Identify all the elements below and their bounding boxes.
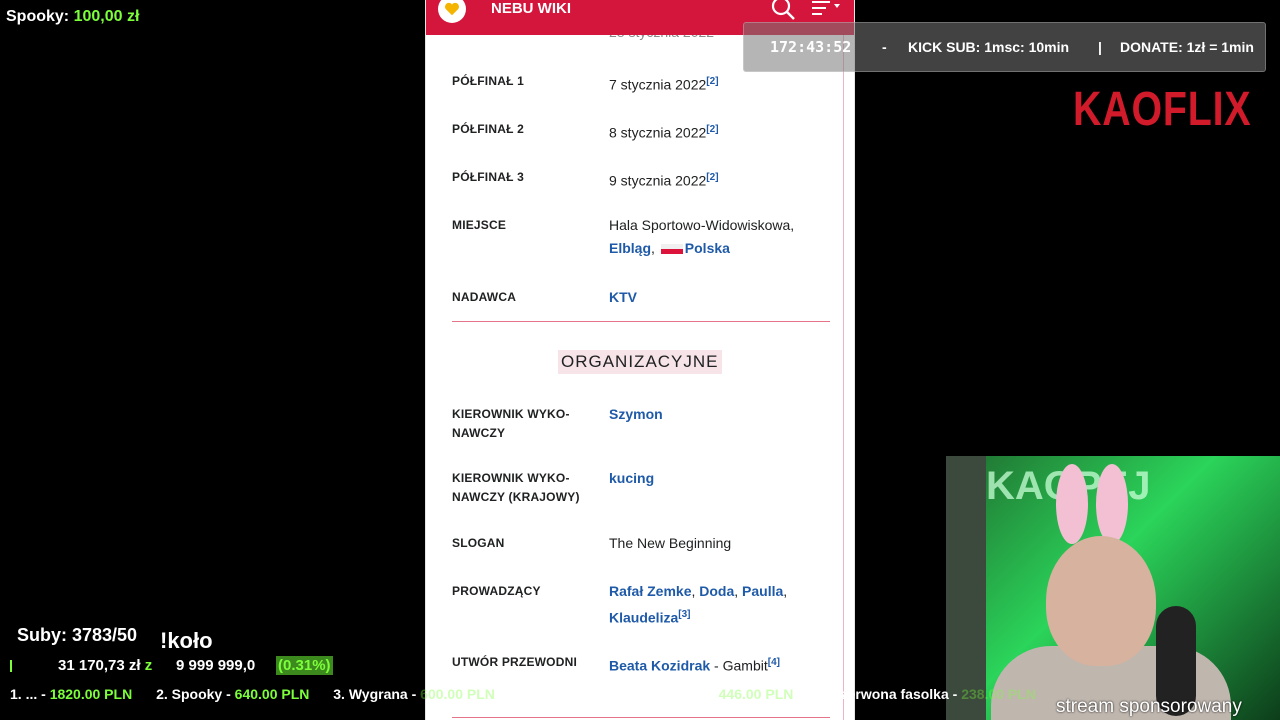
countdown-timer: 172:43:52 (770, 38, 852, 56)
supervisor-link[interactable]: Szymon (609, 406, 663, 422)
reference-link[interactable]: [3] (678, 609, 690, 620)
donor-name: Spooky: (6, 8, 70, 25)
subs-counter: Suby: 3783/50 (17, 625, 138, 645)
ticker-item: 1. ... - 1820.00 PLN (10, 686, 133, 702)
broadcaster-link[interactable]: KTV (609, 289, 637, 305)
reference-link[interactable]: [4] (768, 657, 780, 668)
goal-target: 9 999 999,0 (176, 657, 256, 674)
ticker-item: 4. wlkulululululululululululul - 446.00 … (518, 686, 794, 702)
shelf (946, 456, 986, 720)
streamer-head (1046, 536, 1156, 666)
ticker-item: 3. Wygrana - 600.00 PLN (333, 686, 495, 702)
search-icon[interactable] (770, 0, 796, 22)
supervisor-national-link[interactable]: kucing (609, 470, 654, 486)
wiki-logo-icon[interactable] (438, 0, 466, 23)
row-label: KIEROWNIK WYKO-NAWCZY (452, 407, 570, 440)
host-link[interactable]: Rafał Zemke (609, 583, 691, 599)
subathon-timer-bar: 172:43:52 - KICK SUB: 1msc: 10min | DONA… (743, 22, 1266, 72)
section-divider (452, 321, 830, 322)
ticker-item: 5. czerwona fasolka - 238.00 PLN (817, 686, 1036, 702)
goal-progress-bar (10, 660, 12, 672)
row-label: UTWÓR PRZEWODNI (452, 655, 577, 669)
row-value: Rafał Zemke, Doda, Paulla, Klaudeliza[3] (609, 583, 788, 626)
host-link[interactable]: Doda (699, 583, 734, 599)
menu-icon[interactable] (810, 0, 842, 20)
poland-flag-icon (660, 244, 683, 255)
row-value: kucing (609, 467, 824, 490)
venue-name: Hala Sportowo-Widowiskowa, (609, 217, 795, 233)
donation-goal: 31 170,73 zł z 9 999 999,0 (0.31%) (8, 655, 338, 677)
row-value: The New Beginning (609, 535, 732, 551)
row-value: Szymon (609, 403, 824, 426)
host-link[interactable]: Klaudeliza (609, 610, 678, 626)
song-title: Gambit (722, 657, 768, 674)
row-label: PROWADZĄCY (452, 584, 541, 598)
section-title: ORGANIZACYJNE (558, 350, 722, 374)
row-value: 7 stycznia 2022[2] (609, 76, 719, 93)
latest-donation: Spooky: 100,00 zł (6, 8, 139, 26)
reference-link[interactable]: [2] (706, 124, 718, 135)
goal-percent: (0.31%) (276, 656, 333, 675)
row-label: PÓŁFINAŁ 2 (452, 122, 525, 136)
country-link[interactable]: Polska (685, 240, 730, 256)
webcam-feed: KAOPEJ (946, 456, 1280, 720)
wheel-command: !koło (160, 628, 213, 653)
sponsored-label: stream sponsorowany (1056, 696, 1242, 717)
wiki-title[interactable]: NEBU WIKI (491, 0, 571, 17)
kick-sub-rate: KICK SUB: 1msc: 10min (908, 39, 1070, 55)
row-label: KIEROWNIK WYKO-NAWCZY (KRAJOWY) (452, 471, 580, 504)
wiki-page: 28 stycznia 2022 PÓŁFINAŁ 1 7 stycznia 2… (425, 0, 855, 720)
ticker-item: 2. Spooky - 640.00 PLN (156, 686, 310, 702)
row-label: SLOGAN (452, 536, 505, 550)
city-link[interactable]: Elbląg (609, 240, 651, 256)
donate-rate: DONATE: 1zł = 1min (1120, 39, 1254, 55)
row-label: PÓŁFINAŁ 1 (452, 74, 525, 88)
row-value: Hala Sportowo-Widowiskowa, Elbląg, Polsk… (609, 214, 824, 260)
row-value: Beata Kozidrak - Gambit[4] (609, 657, 780, 674)
reference-link[interactable]: [2] (706, 76, 718, 87)
row-label: PÓŁFINAŁ 3 (452, 170, 525, 184)
infobox-panel: 28 stycznia 2022 PÓŁFINAŁ 1 7 stycznia 2… (426, 0, 844, 720)
goal-current: 31 170,73 zł z (58, 657, 153, 674)
row-value: KTV (609, 286, 824, 309)
artist-link[interactable]: Beata Kozidrak (609, 658, 710, 674)
kaoflix-logo: KAOFLIX (1073, 83, 1252, 136)
row-label: MIEJSCE (452, 218, 507, 232)
row-label: NADAWCA (452, 290, 517, 304)
section-divider (452, 717, 830, 718)
host-link[interactable]: Paulla (742, 583, 783, 599)
donation-amount: 100,00 zł (73, 8, 140, 25)
reference-link[interactable]: [2] (706, 172, 718, 183)
bunny-ear-icon (1056, 464, 1088, 544)
bunny-ear-icon (1096, 464, 1128, 544)
row-value: 9 stycznia 2022[2] (609, 172, 719, 189)
row-value: 8 stycznia 2022[2] (609, 124, 719, 141)
